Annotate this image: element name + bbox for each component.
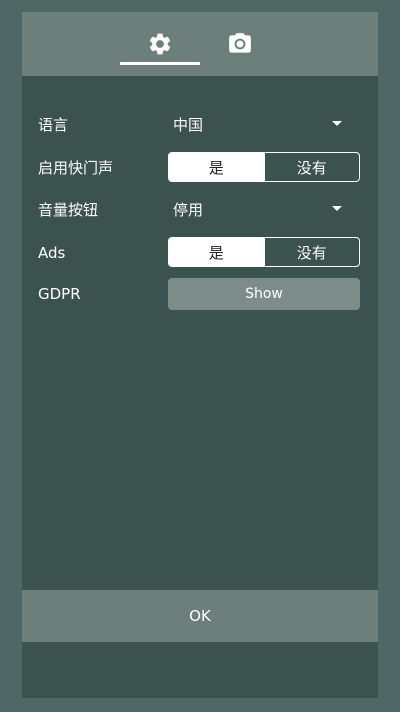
gdpr-show-button[interactable]: Show	[168, 278, 360, 310]
language-label: 语言	[38, 116, 69, 134]
camera-icon	[229, 33, 251, 53]
shutter-sound-off-option[interactable]: 没有	[263, 153, 360, 181]
ads-row: Ads 是 没有	[22, 237, 378, 269]
gdpr-row: GDPR Show	[22, 278, 378, 310]
dropdown-arrow-icon	[332, 206, 342, 211]
tab-settings[interactable]	[120, 12, 200, 76]
volume-button-row: 音量按钮 停用	[22, 194, 378, 226]
ok-button[interactable]: OK	[22, 590, 378, 642]
tab-camera[interactable]	[200, 12, 280, 76]
dropdown-arrow-icon	[332, 121, 342, 126]
ads-toggle: 是 没有	[168, 237, 360, 267]
shutter-sound-on-option[interactable]: 是	[169, 153, 264, 181]
volume-button-dropdown[interactable]: 停用	[173, 194, 348, 226]
volume-button-label: 音量按钮	[38, 201, 99, 219]
ads-off-option[interactable]: 没有	[263, 238, 360, 266]
shutter-sound-label: 启用快门声	[38, 159, 114, 177]
volume-button-value: 停用	[173, 201, 204, 219]
language-row: 语言 中国	[22, 109, 378, 141]
language-dropdown[interactable]: 中国	[173, 109, 348, 141]
gdpr-label: GDPR	[38, 285, 81, 303]
ads-label: Ads	[38, 244, 66, 262]
language-value: 中国	[173, 116, 204, 134]
shutter-sound-toggle: 是 没有	[168, 152, 360, 182]
settings-dialog: 语言 中国 启用快门声 是 没有 音量按钮 停用 Ads 是 没有 GDPR S…	[22, 12, 378, 698]
tab-bar	[22, 12, 378, 76]
shutter-sound-row: 启用快门声 是 没有	[22, 152, 378, 184]
tab-indicator	[120, 62, 200, 65]
ads-on-option[interactable]: 是	[169, 238, 264, 266]
gear-icon	[149, 33, 171, 55]
